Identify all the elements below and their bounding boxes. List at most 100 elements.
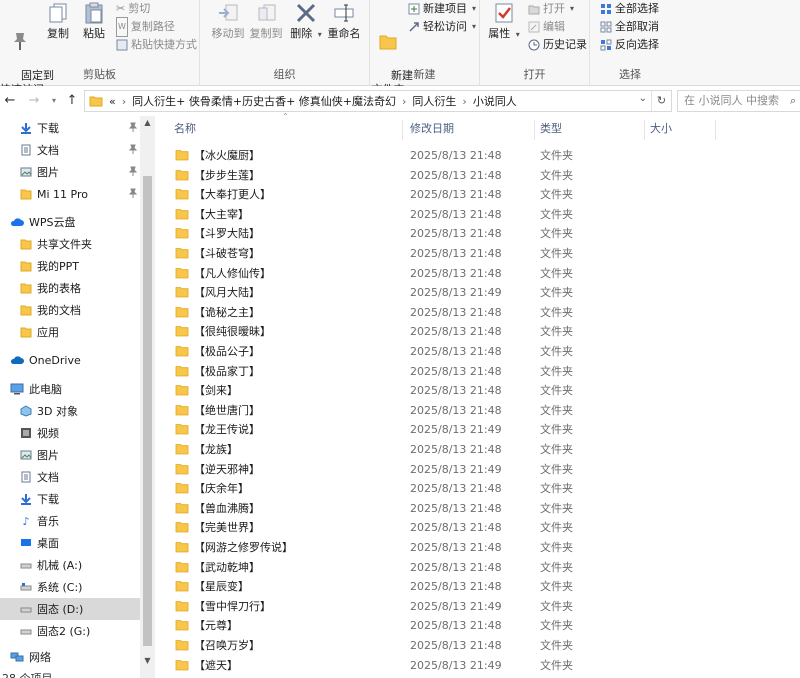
select-none-button[interactable]: 全部取消: [600, 18, 659, 36]
properties-button[interactable]: 属性 ▾: [488, 2, 520, 42]
file-row[interactable]: 【很纯很暧昧】 2025/8/13 21:48 文件夹: [170, 322, 770, 342]
nav-item-shared-folder[interactable]: 共享文件夹: [0, 233, 140, 255]
new-item-button[interactable]: 新建项目 ▾: [408, 0, 476, 18]
nav-item-drive-c[interactable]: 系统 (C:): [0, 576, 140, 598]
file-row[interactable]: 【元尊】 2025/8/13 21:48 文件夹: [170, 616, 770, 636]
nav-item-apps[interactable]: 应用: [0, 321, 140, 343]
file-row[interactable]: 【庆余年】 2025/8/13 21:48 文件夹: [170, 479, 770, 499]
file-row[interactable]: 【龙王传说】 2025/8/13 21:49 文件夹: [170, 420, 770, 440]
nav-pane-scrollbar[interactable]: ▲ ▼: [140, 116, 155, 678]
file-row[interactable]: 【雪中悍刀行】 2025/8/13 21:49 文件夹: [170, 597, 770, 617]
breadcrumb-separator-icon[interactable]: ›: [122, 95, 126, 108]
column-divider[interactable]: [715, 120, 716, 140]
file-row[interactable]: 【绝世唐门】 2025/8/13 21:48 文件夹: [170, 401, 770, 421]
file-row[interactable]: 【兽血沸腾】 2025/8/13 21:48 文件夹: [170, 499, 770, 519]
forward-arrow-icon[interactable]: →: [26, 91, 42, 111]
nav-item-this-pc[interactable]: 此电脑: [0, 378, 140, 400]
nav-item-drive-d[interactable]: 固态 (D:): [0, 598, 140, 620]
nav-item-downloads[interactable]: 下载: [0, 117, 140, 139]
invert-selection-button[interactable]: 反向选择: [600, 36, 659, 54]
paste-shortcut-button[interactable]: 粘贴快捷方式: [116, 36, 197, 54]
edit-button[interactable]: 编辑: [528, 18, 565, 36]
column-header-name[interactable]: 名称: [174, 116, 196, 142]
file-row[interactable]: 【龙族】 2025/8/13 21:48 文件夹: [170, 440, 770, 460]
file-row[interactable]: 【召唤万岁】 2025/8/13 21:48 文件夹: [170, 636, 770, 656]
file-row[interactable]: 【遮天】 2025/8/13 21:49 文件夹: [170, 656, 770, 676]
recent-locations-chevron-icon[interactable]: ▾: [46, 91, 62, 111]
move-to-button[interactable]: 移动到: [210, 2, 246, 41]
nav-item-drive-g[interactable]: 固态2 (G:): [0, 620, 140, 642]
file-row[interactable]: 【武动乾坤】 2025/8/13 21:48 文件夹: [170, 558, 770, 578]
easy-access-button[interactable]: 轻松访问 ▾: [408, 18, 476, 36]
file-row[interactable]: 【网游之修罗传说】 2025/8/13 21:48 文件夹: [170, 538, 770, 558]
nav-item-3d-objects[interactable]: 3D 对象: [0, 400, 140, 422]
nav-item-downloads-pc[interactable]: 下载: [0, 488, 140, 510]
column-divider[interactable]: [534, 120, 535, 140]
scroll-up-arrow-icon[interactable]: ▲: [140, 118, 155, 127]
file-row[interactable]: 【剑来】 2025/8/13 21:48 文件夹: [170, 381, 770, 401]
breadcrumb-item[interactable]: 小说同人: [473, 93, 517, 109]
pin-icon[interactable]: [128, 166, 138, 176]
paste-button[interactable]: 粘贴: [78, 2, 110, 41]
breadcrumb-overflow[interactable]: «: [109, 95, 116, 108]
file-row[interactable]: 【大主宰】 2025/8/13 21:48 文件夹: [170, 205, 770, 225]
file-row[interactable]: 【诡秘之主】 2025/8/13 21:48 文件夹: [170, 303, 770, 323]
file-row[interactable]: 【步步生莲】 2025/8/13 21:48 文件夹: [170, 166, 770, 186]
select-all-button[interactable]: 全部选择: [600, 0, 659, 18]
breadcrumb-separator-icon[interactable]: ›: [402, 95, 406, 108]
nav-item-my-documents[interactable]: 我的文档: [0, 299, 140, 321]
nav-item-music[interactable]: ♪ 音乐: [0, 510, 140, 532]
address-dropdown-chevron-icon[interactable]: ⌄: [639, 93, 647, 104]
nav-item-pictures-pc[interactable]: 图片: [0, 444, 140, 466]
pin-icon[interactable]: [128, 144, 138, 154]
copy-to-button[interactable]: 复制到: [248, 2, 284, 41]
file-row[interactable]: 【极品家丁】 2025/8/13 21:48 文件夹: [170, 362, 770, 382]
nav-item-documents-pc[interactable]: 文档: [0, 466, 140, 488]
column-header-size[interactable]: 大小: [650, 116, 672, 142]
file-row[interactable]: 【极品公子】 2025/8/13 21:48 文件夹: [170, 342, 770, 362]
breadcrumb-item[interactable]: 同人衍生+ 侠骨柔情+历史古香+ 修真仙侠+魔法奇幻: [132, 93, 396, 109]
column-divider[interactable]: [402, 120, 403, 140]
delete-dropdown-icon[interactable]: ▾: [318, 30, 322, 39]
pin-icon[interactable]: [128, 122, 138, 132]
nav-item-drive-a[interactable]: 机械 (A:): [0, 554, 140, 576]
file-row[interactable]: 【风月大陆】 2025/8/13 21:49 文件夹: [170, 283, 770, 303]
refresh-icon[interactable]: ↻: [651, 91, 671, 111]
nav-item-network[interactable]: 网络: [0, 646, 140, 668]
pin-icon[interactable]: [128, 188, 138, 198]
file-row[interactable]: 【完美世界】 2025/8/13 21:48 文件夹: [170, 518, 770, 538]
file-row[interactable]: 【大奉打更人】 2025/8/13 21:48 文件夹: [170, 185, 770, 205]
file-row[interactable]: 【冰火魔厨】 2025/8/13 21:48 文件夹: [170, 146, 770, 166]
file-row[interactable]: 【凡人修仙传】 2025/8/13 21:48 文件夹: [170, 264, 770, 284]
file-row[interactable]: 【逆天邪神】 2025/8/13 21:49 文件夹: [170, 460, 770, 480]
search-icon[interactable]: ⌕: [790, 94, 796, 108]
scrollbar-thumb[interactable]: [143, 176, 152, 646]
nav-item-pictures[interactable]: 图片: [0, 161, 140, 183]
copy-button[interactable]: 复制: [42, 2, 74, 41]
column-header-date[interactable]: 修改日期: [410, 116, 454, 142]
file-row[interactable]: 【斗破苍穹】 2025/8/13 21:48 文件夹: [170, 244, 770, 264]
rename-button[interactable]: 重命名: [324, 2, 364, 41]
open-button[interactable]: 打开 ▾: [528, 0, 574, 18]
up-arrow-icon[interactable]: ↑: [64, 91, 80, 111]
column-divider[interactable]: [644, 120, 645, 140]
delete-button[interactable]: 删除 ▾: [290, 2, 322, 42]
nav-item-mi11pro[interactable]: Mi 11 Pro: [0, 183, 140, 205]
breadcrumb-separator-icon[interactable]: ›: [462, 95, 466, 108]
nav-item-my-ppt[interactable]: 我的PPT: [0, 255, 140, 277]
address-bar[interactable]: « › 同人衍生+ 侠骨柔情+历史古香+ 修真仙侠+魔法奇幻 › 同人衍生 › …: [84, 90, 672, 112]
nav-item-my-sheets[interactable]: 我的表格: [0, 277, 140, 299]
nav-item-documents[interactable]: 文档: [0, 139, 140, 161]
properties-dropdown-icon[interactable]: ▾: [516, 30, 520, 39]
nav-item-desktop[interactable]: 桌面: [0, 532, 140, 554]
search-box[interactable]: 在 小说同人 中搜索: [677, 90, 800, 112]
cut-button[interactable]: ✂ 剪切: [116, 0, 150, 18]
nav-item-wps-cloud[interactable]: WPS云盘: [0, 211, 140, 233]
nav-item-onedrive[interactable]: OneDrive: [0, 349, 140, 371]
scroll-down-arrow-icon[interactable]: ▼: [140, 656, 155, 665]
history-button[interactable]: 历史记录: [528, 36, 587, 54]
file-row[interactable]: 【星辰变】 2025/8/13 21:48 文件夹: [170, 577, 770, 597]
column-header-type[interactable]: 类型: [540, 116, 562, 142]
file-row[interactable]: 【斗罗大陆】 2025/8/13 21:48 文件夹: [170, 224, 770, 244]
back-arrow-icon[interactable]: ←: [2, 91, 18, 111]
